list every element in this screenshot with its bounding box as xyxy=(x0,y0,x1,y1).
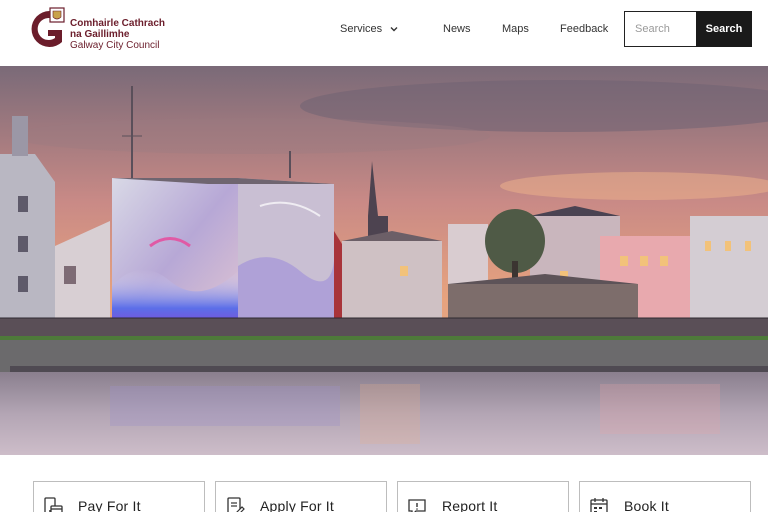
search-input[interactable] xyxy=(624,11,696,47)
card-report-it[interactable]: Report It xyxy=(397,481,569,512)
council-name-english: Galway City Council xyxy=(70,40,160,51)
council-name-irish-line2: na Gaillimhe xyxy=(70,29,130,40)
card-report-it-label: Report It xyxy=(442,497,498,512)
galway-waterfront-photo xyxy=(0,66,768,455)
apply-document-icon xyxy=(227,496,245,512)
nav-services-label: Services xyxy=(340,23,383,35)
chevron-down-icon xyxy=(390,27,398,32)
council-name: Comhairle Cathrach na Gaillimhe Galway C… xyxy=(70,18,165,51)
nav-feedback-label: Feedback xyxy=(560,23,609,35)
nav-services[interactable]: Services xyxy=(340,0,399,58)
report-chat-icon xyxy=(408,498,426,512)
card-book-it-label: Book It xyxy=(624,497,669,512)
council-logo[interactable]: Comhairle Cathrach na Gaillimhe Galway C… xyxy=(22,6,172,54)
site-header: Comhairle Cathrach na Gaillimhe Galway C… xyxy=(0,0,768,66)
nav-maps[interactable]: Maps xyxy=(502,0,529,58)
nav-maps-label: Maps xyxy=(502,23,529,35)
nav-news[interactable]: News xyxy=(443,0,471,58)
card-pay-for-it[interactable]: Pay For It xyxy=(33,481,205,512)
card-apply-for-it-label: Apply For It xyxy=(260,497,334,512)
search-form: Search xyxy=(624,11,752,47)
council-name-irish-line1: Comhairle Cathrach xyxy=(70,18,166,29)
search-button[interactable]: Search xyxy=(696,11,752,47)
card-pay-for-it-label: Pay For It xyxy=(78,497,141,512)
payment-icon xyxy=(44,496,63,512)
quick-links: Pay For It Apply For It Report It Book I… xyxy=(0,455,768,512)
card-book-it[interactable]: Book It xyxy=(579,481,751,512)
galway-g-logo-icon xyxy=(31,7,65,47)
nav-news-label: News xyxy=(443,23,471,35)
hero-image xyxy=(0,66,768,455)
nav-feedback[interactable]: Feedback xyxy=(560,0,608,58)
card-apply-for-it[interactable]: Apply For It xyxy=(215,481,387,512)
calendar-icon xyxy=(590,497,608,512)
